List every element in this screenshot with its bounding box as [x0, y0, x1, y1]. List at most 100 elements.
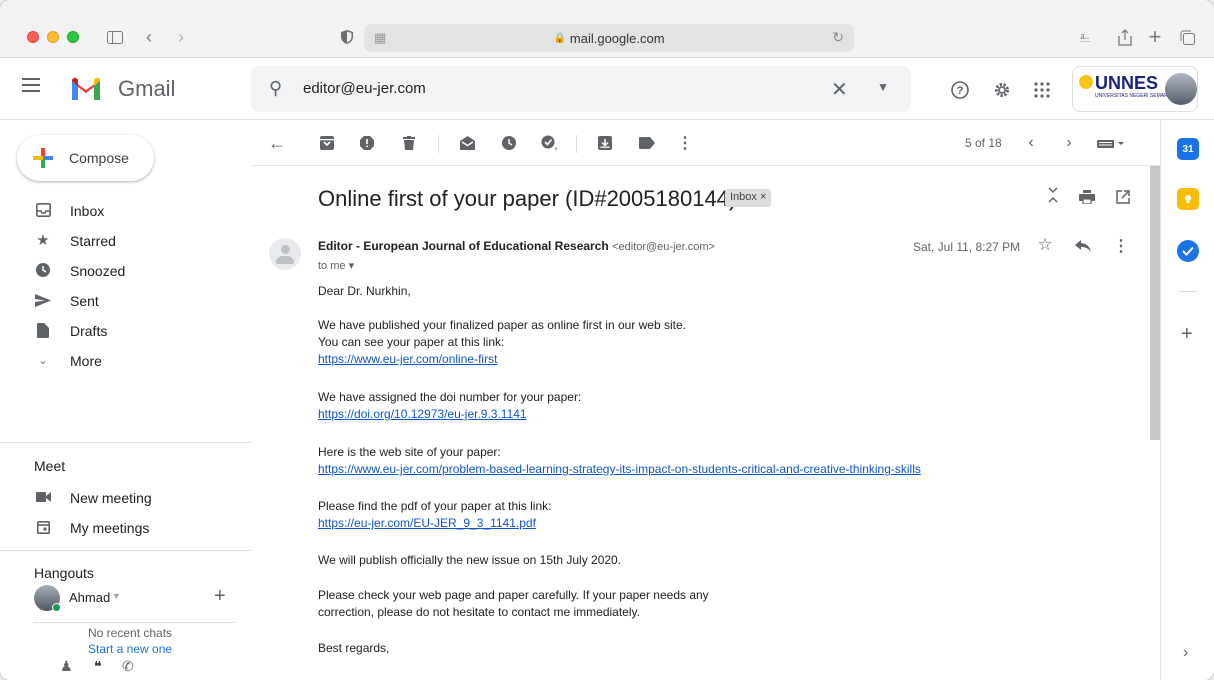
tasks-icon[interactable]	[1177, 240, 1199, 262]
label-icon[interactable]	[638, 134, 656, 152]
message-more-icon[interactable]: ⋮	[1112, 237, 1130, 255]
reader-icon[interactable]: ▦	[374, 30, 386, 46]
toolbar-divider	[438, 135, 439, 153]
video-icon	[34, 488, 52, 506]
collapse-all-icon[interactable]	[1044, 186, 1062, 204]
paper-website-link[interactable]: https://www.eu-jer.com/problem-based-lea…	[318, 461, 921, 478]
hangouts-user[interactable]: Ahmad ▼ +	[34, 585, 254, 613]
main-menu-icon[interactable]	[22, 78, 40, 92]
email-toolbar: ← + ⋮ 5 of 18 ‹ ›	[252, 120, 1160, 166]
email-paragraph: Please find the pdf of your paper at thi…	[318, 499, 552, 513]
meet-item-label: New meeting	[70, 490, 152, 506]
input-tools-icon[interactable]	[1096, 134, 1126, 152]
back-icon[interactable]: ‹	[138, 26, 160, 48]
new-conversation-icon[interactable]: +	[214, 585, 226, 608]
sidebar-item-inbox[interactable]: Inbox	[0, 195, 252, 225]
section-divider	[0, 550, 252, 551]
scrollbar-thumb[interactable]	[1150, 166, 1160, 440]
add-to-tasks-icon[interactable]: +	[540, 134, 558, 152]
hangouts-section-title: Hangouts	[34, 565, 94, 581]
url-text: mail.google.com	[569, 30, 665, 46]
close-window-button[interactable]	[27, 31, 39, 43]
archive-icon[interactable]	[318, 134, 336, 152]
share-icon[interactable]	[1114, 26, 1136, 48]
online-first-link[interactable]: https://www.eu-jer.com/online-first	[318, 351, 497, 368]
email-paragraph: Here is the web site of your paper:	[318, 445, 501, 459]
pdf-link[interactable]: https://eu-jer.com/EU-JER_9_3_1141.pdf	[318, 515, 536, 532]
compose-plus-icon	[33, 148, 53, 168]
phone-icon[interactable]: ✆	[122, 658, 134, 675]
downloads-icon[interactable]: ⎁	[1074, 26, 1096, 48]
zoom-window-button[interactable]	[67, 31, 79, 43]
sidebar-toggle-icon[interactable]	[104, 26, 126, 48]
forward-icon[interactable]: ›	[170, 26, 192, 48]
sender-name[interactable]: Editor - European Journal of Educational…	[318, 239, 715, 253]
older-icon[interactable]: ›	[1060, 134, 1078, 152]
more-options-icon[interactable]: ⋮	[676, 134, 694, 152]
sidebar-item-snoozed[interactable]: Snoozed	[0, 255, 252, 285]
email-paragraph: Please check your web page and paper car…	[318, 588, 709, 602]
move-to-icon[interactable]	[596, 134, 614, 152]
doi-link[interactable]: https://doi.org/10.12973/eu-jer.9.3.1141	[318, 406, 527, 423]
gmail-logo-icon[interactable]	[70, 76, 102, 100]
settings-gear-icon[interactable]	[990, 78, 1014, 102]
clear-search-icon[interactable]: ✕	[831, 77, 848, 102]
search-options-icon[interactable]: ▼	[877, 80, 889, 94]
search-icon[interactable]: ⚲	[269, 78, 282, 99]
keep-icon[interactable]	[1177, 188, 1199, 210]
help-icon[interactable]: ?	[948, 78, 972, 102]
address-bar[interactable]: ▦ 🔒 mail.google.com ↻	[364, 24, 854, 52]
hangouts-username: Ahmad	[69, 590, 111, 605]
back-to-list-icon[interactable]: ←	[268, 133, 286, 153]
contacts-icon[interactable]: ♟	[60, 658, 73, 675]
reply-icon[interactable]	[1074, 237, 1092, 255]
lock-icon: 🔒	[553, 32, 566, 44]
minimize-window-button[interactable]	[47, 31, 59, 43]
newer-icon[interactable]: ‹	[1022, 134, 1040, 152]
new-tab-icon[interactable]: +	[1144, 24, 1166, 49]
mark-unread-icon[interactable]	[458, 134, 476, 152]
email-paragraph: You can see your paper at this link:	[318, 335, 505, 349]
report-spam-icon[interactable]	[358, 134, 376, 152]
search-bar[interactable]: ⚲ editor@eu-jer.com ✕ ▼	[251, 66, 911, 112]
chat-bubble-icon[interactable]: ❝	[94, 658, 102, 675]
star-message-icon[interactable]: ☆	[1036, 235, 1054, 254]
calendar-icon[interactable]: 31	[1177, 138, 1199, 160]
expand-panel-icon[interactable]: ›	[1183, 644, 1188, 662]
sidebar-item-sent[interactable]: Sent	[0, 285, 252, 315]
search-input[interactable]: editor@eu-jer.com	[303, 80, 426, 97]
caret-down-icon[interactable]: ▼	[112, 591, 121, 601]
clock-icon	[34, 261, 52, 279]
sender-avatar[interactable]	[269, 238, 301, 270]
delete-icon[interactable]	[400, 134, 418, 152]
privacy-shield-icon[interactable]	[336, 26, 358, 48]
open-new-window-icon[interactable]	[1114, 188, 1132, 206]
apps-grid-icon[interactable]	[1030, 78, 1054, 102]
sidebar-item-label: Sent	[70, 293, 99, 309]
file-icon	[34, 321, 52, 339]
snooze-icon[interactable]	[500, 134, 518, 152]
sidebar-item-starred[interactable]: ★ Starred	[0, 225, 252, 255]
svg-text:+: +	[554, 146, 557, 151]
email-paragraph: We have published your finalized paper a…	[318, 318, 686, 332]
recipient-details[interactable]: to me ▾	[318, 259, 354, 272]
meet-new-meeting[interactable]: New meeting	[0, 482, 252, 512]
svg-text:?: ?	[957, 85, 964, 97]
get-addons-icon[interactable]: +	[1181, 323, 1193, 346]
email-paragraph: We will publish officially the new issue…	[318, 553, 622, 567]
sidebar-item-label: Drafts	[70, 323, 108, 339]
account-switcher[interactable]: UNNES UNIVERSITAS NEGERI SEMARANG	[1072, 66, 1198, 112]
tab-overview-icon[interactable]	[1176, 26, 1198, 48]
compose-button[interactable]: Compose	[17, 135, 154, 181]
print-icon[interactable]	[1078, 188, 1096, 206]
inbox-icon	[34, 201, 52, 219]
email-closing: Best regards,	[318, 641, 390, 655]
meet-my-meetings[interactable]: My meetings	[0, 512, 252, 542]
account-avatar[interactable]	[1165, 73, 1197, 105]
side-panel: 31 + ›	[1160, 120, 1214, 680]
sidebar-item-more[interactable]: ⌄ More	[0, 345, 252, 375]
gmail-header: Gmail ⚲ editor@eu-jer.com ✕ ▼ ? UNNES UN…	[0, 58, 1214, 120]
reload-icon[interactable]: ↻	[832, 29, 844, 46]
inbox-label-chip[interactable]: Inbox ×	[725, 189, 772, 207]
sidebar-item-drafts[interactable]: Drafts	[0, 315, 252, 345]
